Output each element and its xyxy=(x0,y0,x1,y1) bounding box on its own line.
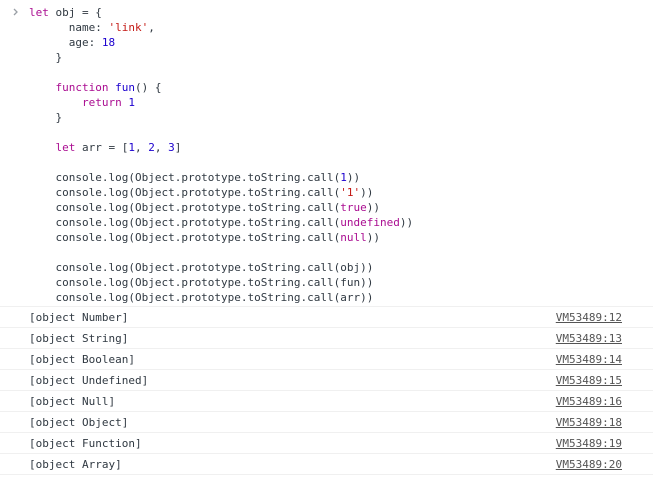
console-message-row: [object Boolean] VM53489:14 xyxy=(0,349,653,370)
code-line: console.log(Object.prototype.toString.ca… xyxy=(29,290,413,305)
source-location-link[interactable]: VM53489:16 xyxy=(556,395,622,408)
console-input-code[interactable]: let obj = { name: 'link', age: 18 } func… xyxy=(29,5,413,305)
console-message-row: [object Null] VM53489:16 xyxy=(0,391,653,412)
code-token: } xyxy=(29,51,63,64)
code-token: let xyxy=(29,6,56,19)
code-line: console.log(Object.prototype.toString.ca… xyxy=(29,185,413,200)
console-message-row: [object Array] VM53489:20 xyxy=(0,454,653,475)
source-location-link[interactable]: VM53489:13 xyxy=(556,332,622,345)
code-line: console.log(Object.prototype.toString.ca… xyxy=(29,200,413,215)
code-token: ] xyxy=(174,141,182,154)
console-message-row: [object Undefined] VM53489:15 xyxy=(0,370,653,391)
console-message-text: [object Object] xyxy=(29,416,129,429)
code-token: 18 xyxy=(101,36,116,49)
code-token: '1' xyxy=(340,186,361,199)
code-token: )) xyxy=(346,171,361,184)
code-token: 1 xyxy=(128,96,135,109)
code-line: function fun() { xyxy=(29,80,413,95)
source-location-link[interactable]: VM53489:20 xyxy=(556,458,622,471)
console-message-row: [object Object] VM53489:18 xyxy=(0,412,653,433)
code-token: console.log(Object.prototype.toString.ca… xyxy=(29,216,341,229)
console-message-text: [object Boolean] xyxy=(29,353,135,366)
console-message-text: [object String] xyxy=(29,332,129,345)
code-line: } xyxy=(29,50,413,65)
code-token: console.log(Object.prototype.toString.ca… xyxy=(29,231,341,244)
code-token: () { xyxy=(134,81,162,94)
code-token: } xyxy=(29,111,63,124)
code-token: true xyxy=(340,201,367,214)
code-token: , xyxy=(154,141,169,154)
code-token: console.log(Object.prototype.toString.ca… xyxy=(29,291,374,304)
console-message-text: [object Number] xyxy=(29,311,129,324)
code-token: age: xyxy=(29,36,102,49)
console-output-list: [object Number] VM53489:12 [object String]… xyxy=(0,307,653,475)
code-line: console.log(Object.prototype.toString.ca… xyxy=(29,260,413,275)
console-message-row: [object String] VM53489:13 xyxy=(0,328,653,349)
code-token: console.log(Object.prototype.toString.ca… xyxy=(29,201,341,214)
console-message-text: [object Undefined] xyxy=(29,374,149,387)
code-token: console.log(Object.prototype.toString.ca… xyxy=(29,261,374,274)
code-token: 2 xyxy=(148,141,155,154)
chevron-right-icon xyxy=(13,8,18,16)
code-line: age: 18 xyxy=(29,35,413,50)
code-line: let obj = { xyxy=(29,5,413,20)
code-token: let xyxy=(55,141,82,154)
code-token: arr = [ xyxy=(82,141,129,154)
code-token: 3 xyxy=(168,141,175,154)
code-line: console.log(Object.prototype.toString.ca… xyxy=(29,230,413,245)
code-token: undefined xyxy=(340,216,400,229)
code-token: 1 xyxy=(128,141,135,154)
console-message-text: [object Array] xyxy=(29,458,122,471)
code-token: )) xyxy=(399,216,414,229)
source-location-link[interactable]: VM53489:15 xyxy=(556,374,622,387)
code-line: return 1 xyxy=(29,95,413,110)
code-token: null xyxy=(340,231,367,244)
source-location-link[interactable]: VM53489:18 xyxy=(556,416,622,429)
code-line: let arr = [1, 2, 3] xyxy=(29,140,413,155)
code-token: fun xyxy=(115,81,135,94)
code-token: 'link' xyxy=(108,21,149,34)
code-token: 1 xyxy=(340,171,347,184)
source-location-link[interactable]: VM53489:12 xyxy=(556,311,622,324)
code-token: , xyxy=(134,141,149,154)
code-line: } xyxy=(29,110,413,125)
code-token: console.log(Object.prototype.toString.ca… xyxy=(29,186,341,199)
code-token: )) xyxy=(366,201,381,214)
console-input-entry: let obj = { name: 'link', age: 18 } func… xyxy=(0,0,653,307)
code-line: name: 'link', xyxy=(29,20,413,35)
code-token: obj = { xyxy=(55,6,102,19)
console-message-row: [object Number] VM53489:12 xyxy=(0,307,653,328)
code-line: console.log(Object.prototype.toString.ca… xyxy=(29,170,413,185)
console-message-text: [object Function] xyxy=(29,437,142,450)
code-token: function xyxy=(55,81,116,94)
source-location-link[interactable]: VM53489:14 xyxy=(556,353,622,366)
code-token: name: xyxy=(29,21,109,34)
code-line: console.log(Object.prototype.toString.ca… xyxy=(29,215,413,230)
code-token: return xyxy=(81,96,129,109)
code-token: console.log(Object.prototype.toString.ca… xyxy=(29,171,341,184)
source-location-link[interactable]: VM53489:19 xyxy=(556,437,622,450)
console-message-text: [object Null] xyxy=(29,395,116,408)
code-token: )) xyxy=(360,186,374,199)
code-token: )) xyxy=(366,231,381,244)
code-token: , xyxy=(148,21,155,34)
code-line: console.log(Object.prototype.toString.ca… xyxy=(29,275,413,290)
console-message-row: [object Function] VM53489:19 xyxy=(0,433,653,454)
code-token: console.log(Object.prototype.toString.ca… xyxy=(29,276,374,289)
